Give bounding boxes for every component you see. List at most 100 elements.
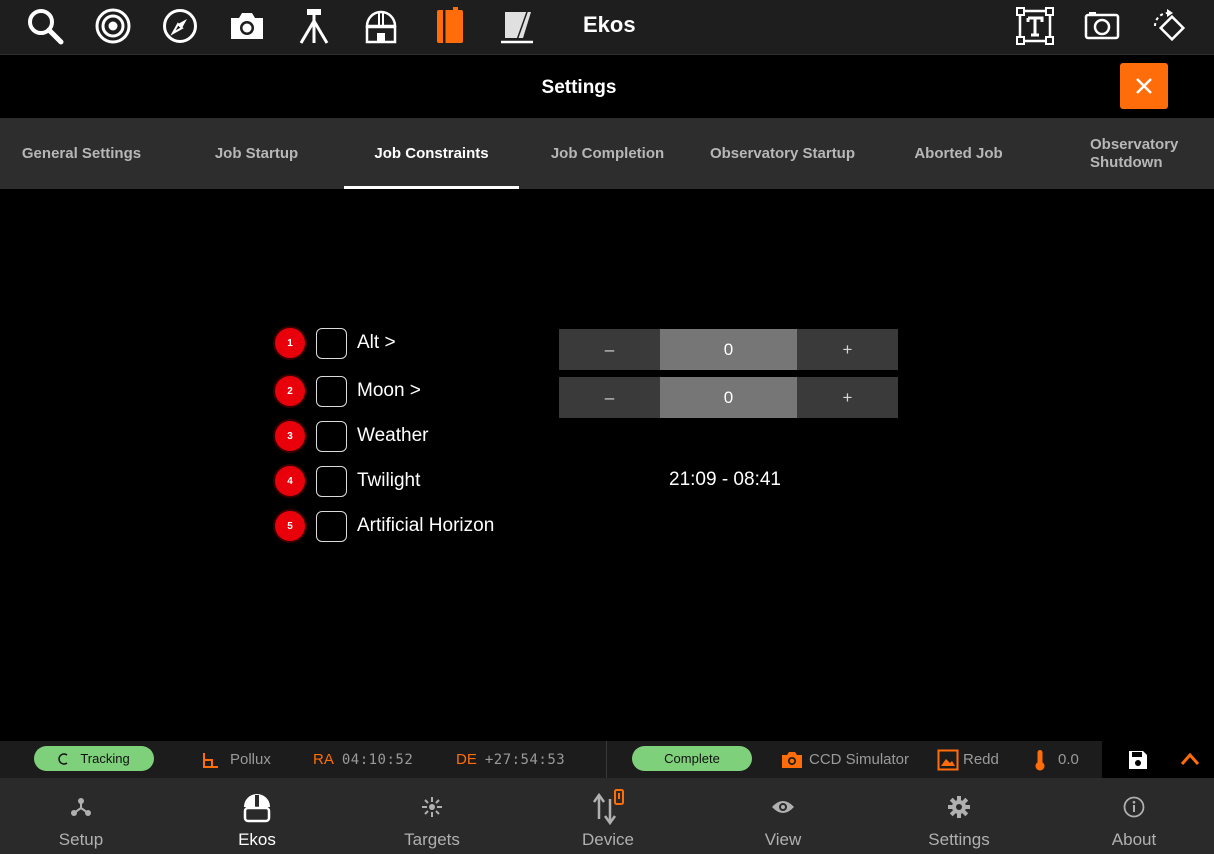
artificial-horizon-label: Artificial Horizon	[357, 515, 495, 536]
spinner-icon	[58, 752, 68, 765]
altitude-checkbox[interactable]	[316, 327, 347, 359]
camera-icon	[782, 751, 802, 768]
temperature-value: 0.0	[1058, 751, 1079, 768]
dome-icon	[243, 794, 271, 823]
app-title: Ekos	[583, 12, 636, 37]
image-icon	[937, 749, 959, 770]
bottom-navigation: Setup Ekos Targets Device View Settings …	[0, 778, 1214, 854]
nav-device[interactable]: Device	[520, 778, 696, 854]
flat-panel-icon[interactable]	[494, 6, 538, 46]
altitude-stepper: – 0 +	[559, 329, 898, 370]
tracking-label: Tracking	[80, 751, 130, 766]
moon-checkbox[interactable]	[316, 375, 347, 407]
observatory-icon[interactable]	[359, 6, 403, 46]
nav-ekos[interactable]: Ekos	[169, 778, 345, 854]
settings-title: Settings	[541, 77, 617, 98]
screenshot-icon[interactable]	[1080, 6, 1124, 46]
capture-status[interactable]: Complete	[632, 746, 752, 771]
chevron-up-icon[interactable]	[1180, 752, 1200, 766]
camera-icon[interactable]	[225, 6, 269, 46]
nav-label: Ekos	[238, 830, 276, 849]
nav-setup[interactable]: Setup	[0, 778, 169, 854]
rotate-icon[interactable]	[1147, 6, 1191, 46]
step-badge: 2	[275, 376, 305, 406]
target-icon[interactable]	[91, 6, 135, 46]
status-divider	[606, 741, 607, 778]
moon-value[interactable]: 0	[660, 377, 797, 418]
weather-label: Weather	[357, 425, 429, 446]
gear-icon	[948, 796, 970, 818]
ra-status: RA 04:10:52	[313, 741, 413, 778]
info-icon	[1123, 796, 1145, 818]
artificial-horizon-checkbox[interactable]	[316, 510, 347, 542]
thermometer-icon	[1035, 749, 1045, 770]
setup-icon	[71, 798, 91, 816]
step-badge: 5	[275, 511, 305, 541]
notebook-icon[interactable]	[427, 6, 471, 46]
nav-label: View	[764, 830, 802, 849]
constraint-altitude: 1 Alt >	[275, 326, 396, 360]
nav-settings[interactable]: Settings	[871, 778, 1047, 854]
altitude-value[interactable]: 0	[660, 329, 797, 370]
save-icon[interactable]	[1128, 750, 1148, 770]
settings-tabs: General Settings Job Startup Job Constra…	[0, 118, 1214, 189]
nav-label: About	[1111, 830, 1157, 849]
nav-view[interactable]: View	[695, 778, 871, 854]
constraint-moon: 2 Moon >	[275, 374, 421, 408]
tracking-status[interactable]: Tracking	[34, 746, 154, 771]
search-icon[interactable]	[23, 6, 67, 46]
step-badge: 4	[275, 466, 305, 496]
mount-icon	[203, 752, 218, 768]
tab-observatory-startup[interactable]: Observatory Startup	[695, 118, 870, 189]
twilight-time: 21:09 - 08:41	[669, 469, 781, 490]
tab-job-constraints[interactable]: Job Constraints	[344, 118, 519, 189]
tab-job-startup[interactable]: Job Startup	[169, 118, 344, 189]
step-badge: 1	[275, 328, 305, 358]
moon-label: Moon >	[357, 380, 421, 401]
target-name: Pollux	[230, 751, 271, 768]
device-icon	[592, 789, 624, 825]
moon-increment-button[interactable]: +	[797, 377, 898, 418]
nav-targets[interactable]: Targets	[344, 778, 520, 854]
nav-label: Device	[582, 830, 634, 849]
settings-header: Settings	[0, 56, 1214, 118]
camera-name: CCD Simulator	[809, 751, 910, 768]
compass-icon[interactable]	[158, 6, 202, 46]
status-bar: Tracking Pollux RA 04:10:52 DE +27:54:53…	[0, 741, 1214, 778]
status-actions	[1102, 741, 1214, 778]
twilight-label: Twilight	[357, 470, 421, 491]
eye-icon	[772, 801, 794, 813]
close-button[interactable]	[1120, 63, 1168, 109]
camera-status[interactable]: CCD Simulator	[781, 741, 909, 778]
filter-name: Redd	[963, 751, 999, 768]
ra-value: 04:10:52	[341, 751, 414, 768]
tab-observatory-shutdown[interactable]: Observatory Shutdown	[1044, 118, 1214, 189]
temperature-status: 0.0	[1034, 741, 1079, 778]
moon-decrement-button[interactable]: –	[559, 377, 660, 418]
tripod-icon[interactable]	[292, 6, 336, 46]
weather-checkbox[interactable]	[316, 420, 347, 452]
nav-label: Settings	[928, 830, 990, 849]
altitude-decrement-button[interactable]: –	[559, 329, 660, 370]
tab-general-settings[interactable]: General Settings	[0, 118, 169, 189]
top-toolbar: Ekos	[0, 0, 1214, 55]
nav-about[interactable]: About	[1046, 778, 1214, 854]
constraint-twilight: 4 Twilight	[275, 464, 420, 498]
moon-stepper: – 0 +	[559, 377, 898, 418]
de-label: DE	[456, 751, 477, 768]
text-box-icon[interactable]	[1013, 6, 1057, 46]
de-value: +27:54:53	[484, 751, 566, 768]
twilight-checkbox[interactable]	[316, 465, 347, 497]
target-status[interactable]: Pollux	[202, 741, 271, 778]
altitude-label: Alt >	[357, 332, 396, 353]
tab-job-completion[interactable]: Job Completion	[520, 118, 695, 189]
step-badge: 3	[275, 421, 305, 451]
nav-label: Setup	[58, 830, 104, 849]
filter-status[interactable]: Redd	[937, 741, 999, 778]
close-icon	[1136, 78, 1152, 94]
altitude-increment-button[interactable]: +	[797, 329, 898, 370]
ra-label: RA	[313, 751, 334, 768]
tab-aborted-job[interactable]: Aborted Job	[871, 118, 1046, 189]
nav-label: Targets	[404, 830, 460, 849]
targets-icon	[422, 797, 442, 817]
